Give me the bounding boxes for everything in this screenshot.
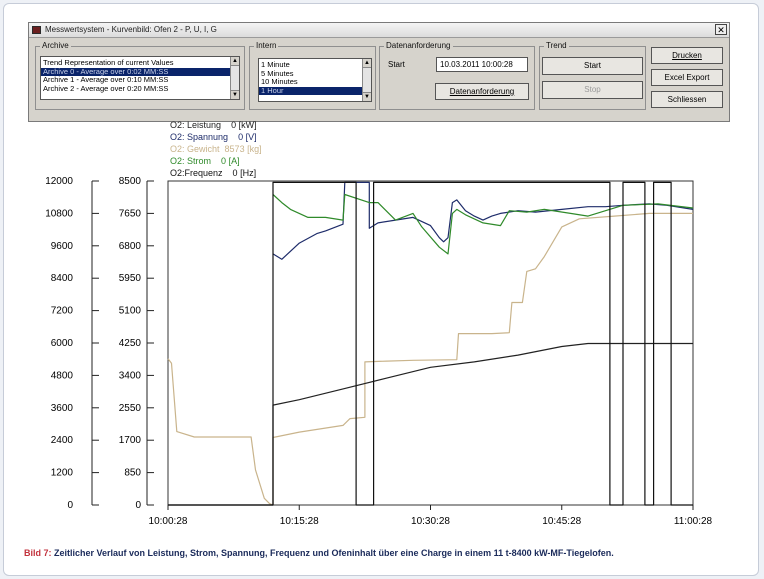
y2-tick-label: 5100 — [119, 306, 142, 317]
y1-tick-label: 9600 — [51, 241, 74, 252]
y2-tick-label: 5950 — [119, 273, 142, 284]
y1-tick-label: 3600 — [51, 403, 74, 414]
y1-tick-label: 6000 — [51, 338, 74, 349]
x-tick-label: 10:45:28 — [542, 516, 581, 527]
y2-tick-label: 7650 — [119, 208, 142, 219]
y2-tick-label: 6800 — [119, 241, 142, 252]
y2-tick-label: 850 — [124, 468, 141, 479]
y2-tick-label: 8500 — [119, 176, 142, 187]
caption-figure-label: Bild 7: — [24, 548, 52, 558]
y2-tick-label: 4250 — [119, 338, 142, 349]
y1-tick-label: 7200 — [51, 306, 74, 317]
y2-tick-label: 1700 — [119, 435, 142, 446]
x-tick-label: 10:15:28 — [280, 516, 319, 527]
y2-tick-label: 3400 — [119, 370, 142, 381]
y1-tick-label: 0 — [67, 500, 73, 511]
trend-chart: 12000 850010800 76509600 68008400 59507200 51… — [45, 176, 713, 527]
y1-tick-label: 4800 — [51, 370, 74, 381]
y2-tick-label: 2550 — [119, 403, 142, 414]
y1-tick-label: 12000 — [45, 176, 73, 187]
x-tick-label: 10:00:28 — [149, 516, 188, 527]
x-tick-label: 10:30:28 — [411, 516, 450, 527]
figure-caption: Bild 7: Zeitlicher Verlauf von Leistung,… — [24, 548, 614, 558]
y1-tick-label: 10800 — [45, 208, 73, 219]
y2-tick-label: 0 — [135, 500, 141, 511]
y1-tick-label: 1200 — [51, 468, 74, 479]
caption-text: Zeitlicher Verlauf von Leistung, Strom, … — [51, 548, 614, 558]
y1-tick-label: 2400 — [51, 435, 74, 446]
x-tick-label: 11:00:28 — [674, 516, 713, 527]
y1-tick-label: 8400 — [51, 273, 74, 284]
